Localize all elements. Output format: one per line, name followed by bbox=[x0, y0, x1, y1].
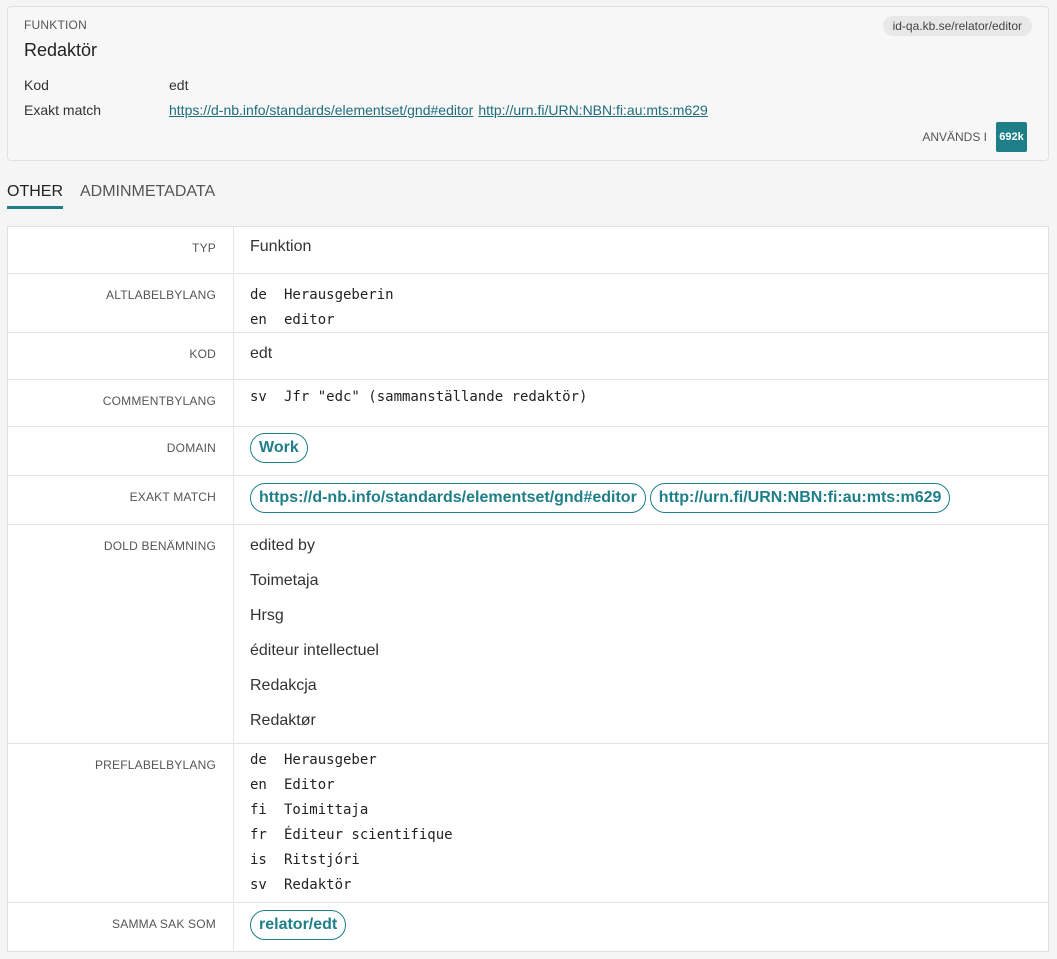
tab-other[interactable]: OTHER bbox=[7, 183, 63, 209]
table-row: PREFLABELBYLANG de Herausgeber en Editor f… bbox=[8, 744, 1048, 903]
property-key: PREFLABELBYLANG bbox=[8, 744, 234, 902]
lang-text: Redaktör bbox=[284, 877, 352, 893]
lang-entry: is Ritstjóri bbox=[250, 848, 1048, 873]
property-key: ALTLABELBYLANG bbox=[8, 274, 234, 332]
property-value: edited by Toimetaja Hrsg éditeur intelle… bbox=[234, 525, 1048, 743]
table-row: SAMMA SAK SOM relator/edt bbox=[8, 903, 1048, 951]
entity-summary-card: FUNKTION Redaktör id-qa.kb.se/relator/ed… bbox=[7, 6, 1049, 161]
property-key: DOLD BENÄMNING bbox=[8, 525, 234, 743]
lang-text: Éditeur scientifique bbox=[284, 827, 453, 843]
card-match-link[interactable]: http://urn.fi/URN:NBN:fi:au:mts:m629 bbox=[478, 102, 708, 118]
hidden-label-item: edited by bbox=[250, 537, 315, 554]
property-value: de Herausgeber en Editor fi Toimittaja fr Éd… bbox=[234, 744, 1048, 902]
lang-code: en bbox=[250, 777, 267, 793]
table-row: EXAKT MATCH https://d-nb.info/standards/… bbox=[8, 476, 1048, 525]
domain-chip[interactable]: Work bbox=[250, 433, 308, 463]
lang-text: Jfr "edc" (sammanställande redaktör) bbox=[284, 389, 588, 405]
hidden-label-item: Redakcja bbox=[250, 677, 317, 694]
used-in-label: ANVÄNDS I bbox=[922, 130, 987, 144]
card-match-link[interactable]: https://d-nb.info/standards/elementset/g… bbox=[169, 102, 473, 118]
property-value: sv Jfr "edc" (sammanställande redaktör) bbox=[234, 380, 1048, 426]
lang-text: Herausgeber bbox=[284, 752, 377, 768]
lang-code: is bbox=[250, 852, 267, 868]
lang-code: de bbox=[250, 287, 267, 303]
card-kod-value: edt bbox=[169, 77, 189, 93]
property-table: TYP Funktion ALTLABELBYLANG de Herausgebe… bbox=[7, 226, 1049, 952]
property-value: relator/edt bbox=[234, 903, 1048, 951]
lang-code: fr bbox=[250, 827, 267, 843]
property-value: Funktion bbox=[250, 238, 312, 255]
table-row: KOD edt bbox=[8, 333, 1048, 380]
hidden-label-item: Toimetaja bbox=[250, 572, 319, 589]
entity-type-label: FUNKTION bbox=[24, 18, 87, 32]
tab-adminmetadata[interactable]: ADMINMETADATA bbox=[80, 183, 215, 206]
lang-entry: de Herausgeber bbox=[250, 748, 1048, 773]
lang-entry: en Editor bbox=[250, 773, 1048, 798]
lang-text: Herausgeberin bbox=[284, 287, 394, 303]
same-as-chip[interactable]: relator/edt bbox=[250, 910, 347, 940]
entity-id-pill[interactable]: id-qa.kb.se/relator/editor bbox=[882, 16, 1032, 36]
property-value: Work bbox=[234, 427, 1048, 475]
lang-text: Editor bbox=[284, 777, 335, 793]
property-value: https://d-nb.info/standards/elementset/g… bbox=[234, 476, 1048, 524]
hidden-label-item: Hrsg bbox=[250, 607, 284, 624]
card-kod-label: Kod bbox=[24, 77, 49, 93]
property-key: EXAKT MATCH bbox=[8, 476, 234, 524]
card-kod-row: Kod edt bbox=[24, 77, 188, 93]
card-match-label: Exakt match bbox=[24, 102, 102, 118]
property-value: de Herausgeberin en editor bbox=[234, 274, 1048, 332]
lang-code: sv bbox=[250, 877, 267, 893]
lang-entry: sv Jfr "edc" (sammanställande redaktör) bbox=[250, 389, 1048, 405]
used-in-count-badge[interactable]: 692k bbox=[996, 122, 1027, 152]
property-key: SAMMA SAK SOM bbox=[8, 903, 234, 951]
table-row: ALTLABELBYLANG de Herausgeberin en editor bbox=[8, 274, 1048, 333]
lang-code: sv bbox=[250, 389, 267, 405]
lang-entry: de Herausgeberin bbox=[250, 283, 1048, 308]
lang-entry: en editor bbox=[250, 308, 1048, 333]
tab-bar: OTHER ADMINMETADATA bbox=[7, 183, 232, 209]
property-key: KOD bbox=[8, 333, 234, 379]
exact-match-chip[interactable]: http://urn.fi/URN:NBN:fi:au:mts:m629 bbox=[649, 483, 951, 513]
hidden-label-item: éditeur intellectuel bbox=[250, 642, 379, 659]
lang-text: Toimittaja bbox=[284, 802, 369, 818]
card-match-row: Exakt match https://d-nb.info/standards/e… bbox=[24, 102, 713, 118]
property-key: TYP bbox=[8, 227, 234, 273]
exact-match-chip[interactable]: https://d-nb.info/standards/elementset/g… bbox=[250, 483, 646, 513]
lang-code: fi bbox=[250, 802, 267, 818]
table-row: COMMENTBYLANG sv Jfr "edc" (sammanställan… bbox=[8, 380, 1048, 427]
entity-title: Redaktör bbox=[24, 40, 98, 60]
lang-text: Ritstjóri bbox=[284, 852, 360, 868]
property-key: DOMAIN bbox=[8, 427, 234, 475]
property-key: COMMENTBYLANG bbox=[8, 380, 234, 426]
lang-code: en bbox=[250, 312, 267, 328]
lang-text: editor bbox=[284, 312, 335, 328]
table-row: TYP Funktion bbox=[8, 227, 1048, 274]
lang-entry: sv Redaktör bbox=[250, 873, 1048, 898]
lang-code: de bbox=[250, 752, 267, 768]
hidden-label-item: Redaktør bbox=[250, 712, 316, 729]
lang-entry: fi Toimittaja bbox=[250, 798, 1048, 823]
property-value: edt bbox=[250, 345, 273, 362]
lang-entry: fr Éditeur scientifique bbox=[250, 823, 1048, 848]
table-row: DOMAIN Work bbox=[8, 427, 1048, 476]
table-row: DOLD BENÄMNING edited by Toimetaja Hrsg … bbox=[8, 525, 1048, 744]
